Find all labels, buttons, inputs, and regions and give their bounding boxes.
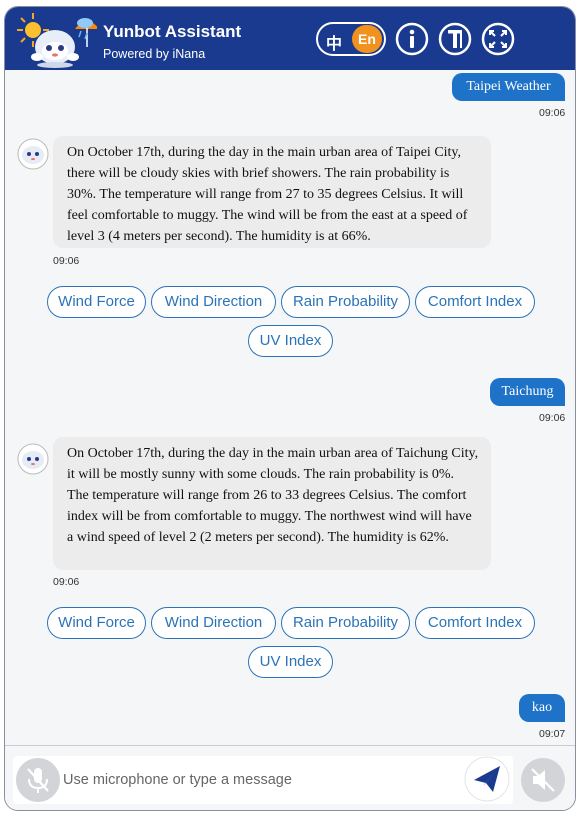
sound-muted-icon[interactable] <box>520 757 566 803</box>
quick-reply-rain-probability[interactable]: Rain Probability <box>281 607 410 639</box>
lang-zh-option[interactable]: 中 <box>326 30 342 54</box>
bot-avatar <box>17 443 49 475</box>
message-time: 09:06 <box>539 107 566 119</box>
lang-en-option[interactable]: En <box>352 25 382 53</box>
quick-reply-comfort-index[interactable]: Comfort Index <box>415 286 535 318</box>
message-time: 09:07 <box>539 728 566 740</box>
logo <box>17 13 97 68</box>
quick-reply-uv-index[interactable]: UV Index <box>248 325 333 357</box>
message-input[interactable] <box>63 766 453 794</box>
user-message: kao <box>519 694 565 722</box>
bot-message: On October 17th, during the day in the m… <box>53 136 491 248</box>
language-toggle[interactable]: 中 En <box>316 22 386 56</box>
quick-reply-uv-index[interactable]: UV Index <box>248 646 333 678</box>
quick-reply-wind-force[interactable]: Wind Force <box>47 286 146 318</box>
quick-reply-wind-direction[interactable]: Wind Direction <box>151 286 276 318</box>
bot-avatar <box>17 138 49 170</box>
chat-history[interactable]: Taipei Weather 09:06 On October 17th, du… <box>5 70 575 745</box>
message-time: 09:06 <box>539 412 566 424</box>
quick-reply-wind-direction[interactable]: Wind Direction <box>151 607 276 639</box>
message-time: 09:06 <box>53 576 80 588</box>
header: Yunbot Assistant Powered by iNana 中 En <box>5 7 575 70</box>
send-icon[interactable] <box>464 756 510 802</box>
user-message: Taichung <box>490 378 565 406</box>
user-message: Taipei Weather <box>452 73 565 101</box>
app-subtitle: Powered by iNana <box>103 47 206 61</box>
fullscreen-icon[interactable] <box>481 22 515 56</box>
microphone-muted-icon[interactable] <box>15 757 61 803</box>
text-size-icon[interactable] <box>438 22 472 56</box>
message-time: 09:06 <box>53 255 80 267</box>
bot-message: On October 17th, during the day in the m… <box>53 437 491 570</box>
quick-reply-comfort-index[interactable]: Comfort Index <box>415 607 535 639</box>
app-title: Yunbot Assistant <box>103 22 242 41</box>
input-bar <box>5 745 575 810</box>
chat-window: Yunbot Assistant Powered by iNana 中 En T… <box>4 6 576 811</box>
quick-reply-rain-probability[interactable]: Rain Probability <box>281 286 410 318</box>
info-icon[interactable] <box>395 22 429 56</box>
quick-reply-wind-force[interactable]: Wind Force <box>47 607 146 639</box>
